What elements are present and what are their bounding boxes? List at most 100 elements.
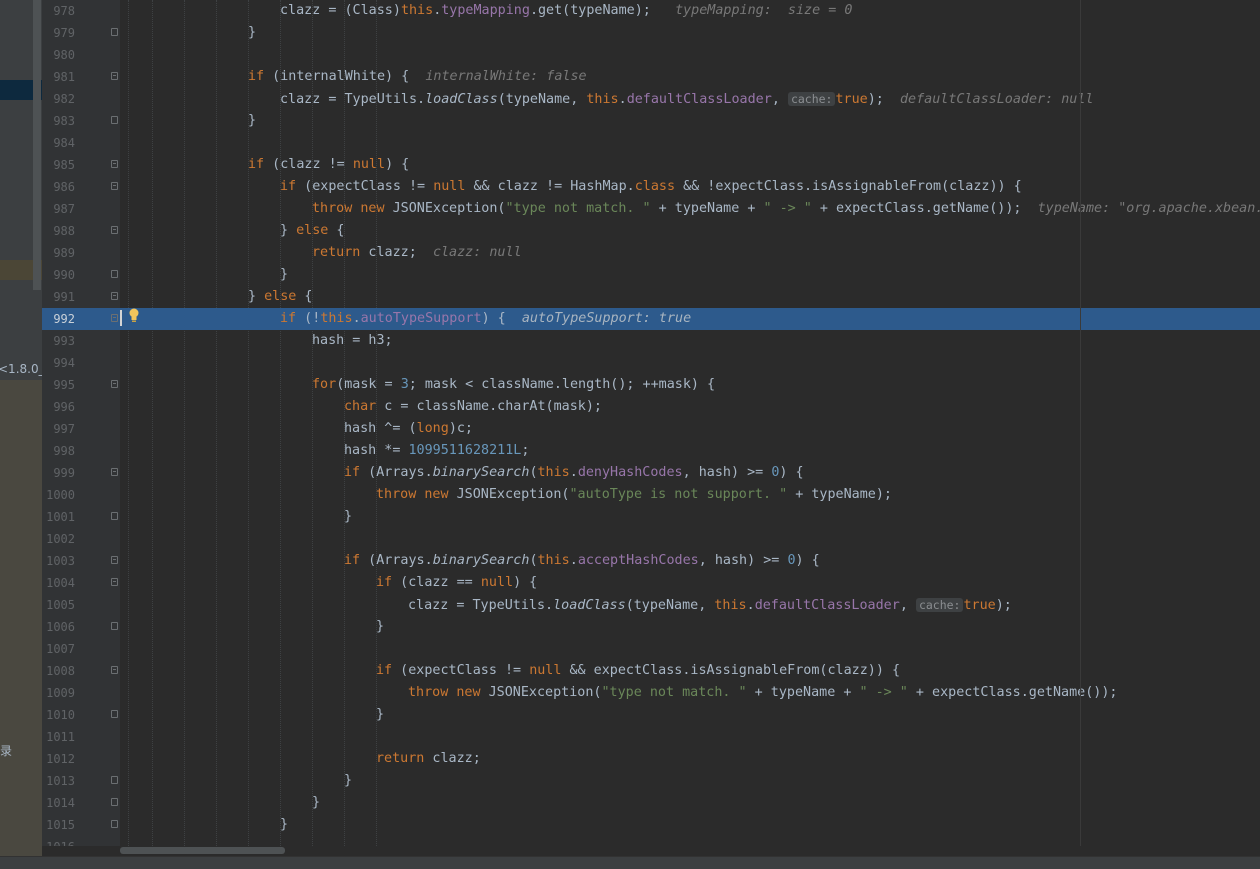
line-number: 993 <box>53 334 75 348</box>
fold-marker-icon[interactable] <box>111 182 118 190</box>
code-line[interactable]: 1002 <box>42 528 1260 550</box>
fold-marker-icon[interactable] <box>111 578 118 586</box>
code-line[interactable]: 997 hash ^= (long)c; <box>42 418 1260 440</box>
line-number: 1002 <box>46 532 75 546</box>
code-line[interactable]: 1003 if (Arrays.binarySearch(this.accept… <box>42 550 1260 572</box>
code-text: } <box>248 113 257 128</box>
line-number: 992 <box>53 312 75 326</box>
line-number: 1015 <box>46 818 75 832</box>
fold-marker-icon[interactable] <box>111 776 118 784</box>
line-number: 1001 <box>46 510 75 524</box>
chinese-label[interactable]: 录 <box>0 742 12 759</box>
code-line[interactable]: 1006 } <box>42 616 1260 638</box>
horizontal-scrollbar-thumb[interactable] <box>120 847 285 854</box>
code-line[interactable]: 988 } else { <box>42 220 1260 242</box>
fold-marker-icon[interactable] <box>111 116 118 124</box>
code-text: } <box>376 619 385 634</box>
code-line[interactable]: 982 clazz = TypeUtils.loadClass(typeName… <box>42 88 1260 110</box>
fold-marker-icon[interactable] <box>111 314 118 322</box>
code-line[interactable]: 981 if (internalWhite) { internalWhite: … <box>42 66 1260 88</box>
line-number: 995 <box>53 378 75 392</box>
code-text: if (!this.autoTypeSupport) { autoTypeSup… <box>280 311 692 326</box>
fold-marker-icon[interactable] <box>111 226 118 234</box>
code-text: } <box>344 773 353 788</box>
code-line[interactable]: 980 <box>42 44 1260 66</box>
code-text: if (Arrays.binarySearch(this.denyHashCod… <box>344 465 804 480</box>
code-line[interactable]: 985 if (clazz != null) { <box>42 154 1260 176</box>
code-line[interactable]: 1001 } <box>42 506 1260 528</box>
code-line[interactable]: 1012 return clazz; <box>42 748 1260 770</box>
code-text: throw new JSONException("autoType is not… <box>376 487 892 502</box>
project-panel[interactable]: <1.8.0_6 录 <box>0 0 42 856</box>
code-text: } <box>248 25 257 40</box>
code-line[interactable]: 1008 if (expectClass != null && expectCl… <box>42 660 1260 682</box>
code-line[interactable]: 983 } <box>42 110 1260 132</box>
code-line[interactable]: 979 } <box>42 22 1260 44</box>
code-line[interactable]: 987 throw new JSONException("type not ma… <box>42 198 1260 220</box>
fold-marker-icon[interactable] <box>111 468 118 476</box>
code-line[interactable]: 1004 if (clazz == null) { <box>42 572 1260 594</box>
fold-marker-icon[interactable] <box>111 270 118 278</box>
code-line[interactable]: 1013 } <box>42 770 1260 792</box>
fold-marker-icon[interactable] <box>111 666 118 674</box>
code-line[interactable]: 1005 clazz = TypeUtils.loadClass(typeNam… <box>42 594 1260 616</box>
fold-marker-icon[interactable] <box>111 556 118 564</box>
line-number: 980 <box>53 48 75 62</box>
code-line[interactable]: 999 if (Arrays.binarySearch(this.denyHas… <box>42 462 1260 484</box>
code-text: } <box>312 795 321 810</box>
code-line[interactable]: 1007 <box>42 638 1260 660</box>
line-number: 990 <box>53 268 75 282</box>
project-panel-scrollbar[interactable] <box>33 0 41 290</box>
lightbulb-icon[interactable] <box>127 307 141 327</box>
line-number: 979 <box>53 26 75 40</box>
code-line[interactable]: 1010 } <box>42 704 1260 726</box>
current-execution-line[interactable]: 992 if (!this.autoTypeSupport) { autoTyp… <box>42 308 1260 330</box>
code-line[interactable]: 991 } else { <box>42 286 1260 308</box>
code-line[interactable]: 1009 throw new JSONException("type not m… <box>42 682 1260 704</box>
code-text: return clazz; <box>376 751 481 766</box>
code-line[interactable]: 989 return clazz; clazz: null <box>42 242 1260 264</box>
line-number: 989 <box>53 246 75 260</box>
line-number: 984 <box>53 136 75 150</box>
line-number: 1014 <box>46 796 75 810</box>
line-number: 1008 <box>46 664 75 678</box>
code-line[interactable]: 993 hash = h3; <box>42 330 1260 352</box>
fold-marker-icon[interactable] <box>111 512 118 520</box>
code-line[interactable]: 994 <box>42 352 1260 374</box>
fold-marker-icon[interactable] <box>111 380 118 388</box>
code-line[interactable]: 1014 } <box>42 792 1260 814</box>
fold-marker-icon[interactable] <box>111 160 118 168</box>
code-text: clazz = TypeUtils.loadClass(typeName, th… <box>408 598 1012 613</box>
line-number: 983 <box>53 114 75 128</box>
line-number: 1012 <box>46 752 75 766</box>
project-panel-lower <box>0 380 42 856</box>
code-line[interactable]: 998 hash *= 1099511628211L; <box>42 440 1260 462</box>
code-line[interactable]: 1000 throw new JSONException("autoType i… <box>42 484 1260 506</box>
code-line[interactable]: 1011 <box>42 726 1260 748</box>
code-line[interactable]: 984 <box>42 132 1260 154</box>
code-text: hash ^= (long)c; <box>344 421 473 436</box>
fold-marker-icon[interactable] <box>111 820 118 828</box>
fold-marker-icon[interactable] <box>111 292 118 300</box>
line-number: 1009 <box>46 686 75 700</box>
jdk-label[interactable]: <1.8.0_6 <box>0 362 42 376</box>
debug-inline-value: defaultClassLoader: null <box>899 92 1094 107</box>
fold-marker-icon[interactable] <box>111 72 118 80</box>
line-number: 987 <box>53 202 75 216</box>
code-line[interactable]: 996 char c = className.charAt(mask); <box>42 396 1260 418</box>
fold-marker-icon[interactable] <box>111 798 118 806</box>
fold-marker-icon[interactable] <box>111 28 118 36</box>
code-line[interactable]: 990 } <box>42 264 1260 286</box>
code-text: if (internalWhite) { internalWhite: fals… <box>248 69 587 84</box>
code-line[interactable]: 978 clazz = (Class)this.typeMapping.get(… <box>42 0 1260 22</box>
fold-marker-icon[interactable] <box>111 622 118 630</box>
code-line[interactable]: 995 for(mask = 3; mask < className.lengt… <box>42 374 1260 396</box>
parameter-hint: cache: <box>915 598 964 612</box>
right-margin-guide <box>1080 0 1081 856</box>
line-number: 1000 <box>46 488 75 502</box>
code-text: throw new JSONException("type not match.… <box>408 685 1118 700</box>
debug-inline-value: clazz: null <box>432 245 522 260</box>
code-line[interactable]: 1015 } <box>42 814 1260 836</box>
code-line[interactable]: 986 if (expectClass != null && clazz != … <box>42 176 1260 198</box>
fold-marker-icon[interactable] <box>111 710 118 718</box>
